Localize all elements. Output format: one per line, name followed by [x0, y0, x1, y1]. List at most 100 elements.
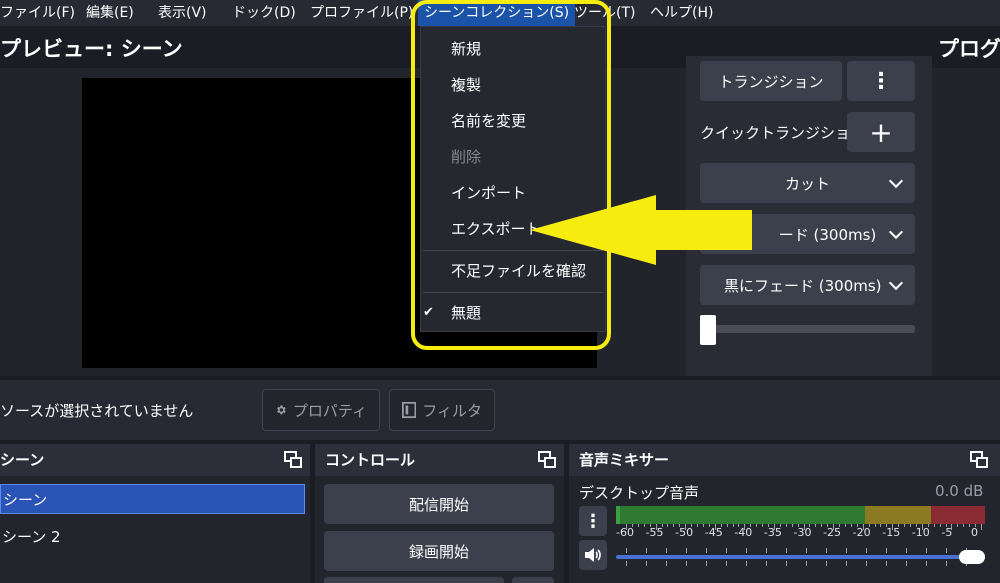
- meter-minor-tick: [815, 524, 817, 527]
- properties-label: プロパティ: [292, 401, 367, 420]
- volume-tick: [746, 548, 747, 553]
- start-streaming-button[interactable]: 配信開始: [324, 484, 554, 524]
- volume-tick: [686, 561, 687, 566]
- controls-dock-title-text: コントロール: [325, 451, 416, 469]
- meter-minor-tick: [702, 524, 704, 527]
- volume-tick: [926, 561, 927, 566]
- add-quick-transition-button[interactable]: +: [847, 112, 915, 152]
- program-title: プログ: [938, 37, 1000, 61]
- cut-transition-label: カット: [784, 174, 830, 193]
- volume-tick: [946, 561, 947, 566]
- no-source-label: ソースが選択されていません: [0, 402, 194, 420]
- meter-minor-tick: [839, 524, 840, 527]
- properties-button[interactable]: プロパティ: [262, 389, 380, 431]
- start-recording-button[interactable]: 録画開始: [324, 531, 554, 571]
- scenes-dock-title: シーン: [0, 444, 310, 476]
- scene-list-item[interactable]: シーン 2: [0, 522, 61, 552]
- volume-tick: [746, 561, 747, 566]
- preview-title: プレビュー: シーン: [0, 37, 183, 61]
- volume-tick: [906, 548, 907, 553]
- transition-button[interactable]: トランジション: [700, 61, 842, 101]
- meter-minor-tick: [898, 524, 900, 527]
- meter-tick-label: -5: [941, 526, 953, 539]
- volume-tick: [866, 548, 867, 553]
- meter-minor-tick: [927, 524, 929, 527]
- more-vertical-icon: ⋮: [584, 510, 602, 532]
- menu-view[interactable]: 表示(V): [158, 0, 207, 26]
- menu-help[interactable]: ヘルプ(H): [650, 0, 713, 26]
- meter-minor-tick: [785, 524, 787, 527]
- meter-tick-label: -15: [882, 526, 901, 539]
- undock-icon[interactable]: [284, 451, 302, 469]
- volume-tick: [666, 561, 667, 566]
- volume-tick: [806, 548, 807, 553]
- menu-docks[interactable]: ドック(D): [232, 0, 296, 26]
- meter-green-section: [616, 506, 865, 524]
- controls-dock-title: コントロール: [315, 444, 564, 476]
- mixer-channel-name: デスクトップ音声: [579, 484, 700, 502]
- speaker-icon: [585, 548, 601, 562]
- meter-minor-tick: [691, 524, 693, 527]
- meter-level-bar: [616, 506, 620, 524]
- menu-file[interactable]: ファイル(F): [0, 0, 75, 26]
- controls-dock: コントロール 配信開始 録画開始: [315, 444, 564, 583]
- volume-slider-track[interactable]: [616, 555, 978, 559]
- meter-minor-tick: [791, 524, 793, 527]
- volume-tick: [846, 548, 847, 553]
- filters-label: フィルタ: [422, 401, 482, 420]
- meter-tick-label: -25: [823, 526, 842, 539]
- meter-tick-label: -20: [852, 526, 871, 539]
- volume-tick: [666, 548, 667, 553]
- meter-tick-label: 0: [971, 526, 978, 539]
- volume-tick: [946, 548, 947, 553]
- mixer-channel-menu-button[interactable]: ⋮: [579, 506, 607, 536]
- program-area: [932, 68, 1000, 376]
- meter-minor-tick: [957, 524, 959, 527]
- virtual-camera-button[interactable]: [324, 577, 504, 583]
- volume-tick: [766, 561, 767, 566]
- quick-transition-label: クイックトランジション: [700, 124, 866, 142]
- volume-slider-handle[interactable]: [959, 550, 985, 564]
- volume-tick: [826, 561, 827, 566]
- filter-icon: [402, 401, 417, 419]
- meter-minor-tick: [756, 524, 758, 527]
- filters-button[interactable]: フィルタ: [389, 389, 495, 431]
- audio-mixer-dock-title: 音声ミキサー: [569, 444, 1000, 476]
- volume-tick: [726, 548, 727, 553]
- meter-minor-tick: [661, 524, 663, 527]
- volume-tick: [866, 561, 867, 566]
- undock-icon[interactable]: [970, 451, 988, 469]
- meter-tick-label: -50: [675, 526, 694, 539]
- fade-to-black-label: 黒にフェード (300ms): [724, 276, 882, 295]
- meter-minor-tick: [720, 524, 722, 527]
- chevron-down-icon: [888, 173, 904, 188]
- menu-edit[interactable]: 編集(E): [86, 0, 134, 26]
- more-vertical-icon: ⋮: [870, 68, 892, 94]
- volume-tick: [886, 548, 887, 553]
- volume-tick: [726, 561, 727, 566]
- volume-tick: [646, 561, 647, 566]
- fade-to-black-combo[interactable]: 黒にフェード (300ms): [700, 265, 915, 305]
- menu-profile[interactable]: プロファイル(P): [310, 0, 413, 26]
- meter-tick-label: -30: [793, 526, 812, 539]
- transition-more-button[interactable]: ⋮: [847, 61, 915, 101]
- meter-minor-tick: [809, 524, 811, 527]
- meter-minor-tick: [631, 524, 633, 527]
- scene-list-item[interactable]: シーン: [0, 484, 305, 514]
- meter-minor-tick: [874, 524, 876, 527]
- mute-button[interactable]: [579, 540, 607, 570]
- undock-icon[interactable]: [538, 451, 556, 469]
- transition-duration-handle[interactable]: [700, 315, 716, 345]
- audio-mixer-dock: 音声ミキサー デスクトップ音声 0.0 dB ⋮ -60 -55 -50 -45 -40…: [569, 444, 1000, 583]
- audio-mixer-dock-title-text: 音声ミキサー: [579, 451, 670, 469]
- volume-tick: [686, 548, 687, 553]
- scenes-dock: シーン シーン シーン 2: [0, 444, 310, 583]
- transition-duration-track[interactable]: [700, 325, 915, 333]
- volume-tick: [766, 548, 767, 553]
- plus-icon: +: [869, 115, 893, 149]
- meter-tick-label: -45: [704, 526, 723, 539]
- scenes-dock-title-text: シーン: [0, 451, 45, 469]
- meter-tick-label: -10: [911, 526, 930, 539]
- volume-tick: [626, 548, 627, 553]
- virtual-camera-settings-button[interactable]: [512, 577, 554, 583]
